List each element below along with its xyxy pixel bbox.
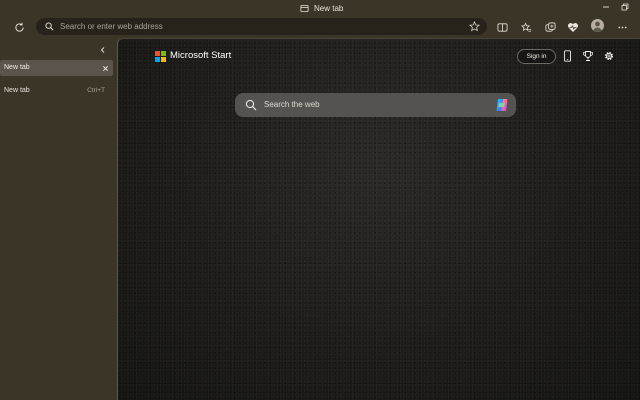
vertical-tabs-pane: New tab New tab Ctrl+T [0,38,117,400]
search-icon [245,99,257,111]
refresh-button[interactable] [12,20,26,34]
address-input[interactable]: Search or enter web address [60,18,163,35]
chevron-left-icon [100,47,105,53]
new-tab-label: New tab [4,87,30,94]
microsoft-logo-icon [155,50,166,62]
sign-in-button[interactable]: Sign in [517,49,556,64]
tab-label: New tab [4,64,30,71]
web-search-input[interactable]: Search the web [264,93,320,117]
profile-avatar[interactable] [591,19,604,32]
minimize-button[interactable] [600,2,612,12]
window-title-text: New tab [314,4,344,13]
microsoft-start-brand[interactable]: Microsoft Start [155,50,231,62]
new-tab-button[interactable]: New tab Ctrl+T [0,83,113,99]
rewards-trophy-icon[interactable] [582,50,594,62]
close-icon [102,65,108,71]
add-favorite-star-icon[interactable] [469,21,480,32]
browser-essentials-heart-icon[interactable] [566,20,580,34]
profile-person-icon [593,21,602,32]
address-bar[interactable]: Search or enter web address [36,18,487,35]
title-bar: New tab [0,0,640,16]
collapse-pane-button[interactable] [97,44,109,56]
split-screen-button[interactable] [495,20,509,34]
copilot-icon[interactable] [494,97,510,113]
tab-new-tab-active[interactable]: New tab [0,60,113,76]
more-options-button[interactable] [615,20,629,34]
new-tab-page-icon [300,4,309,13]
browser-toolbar: Search or enter web address [0,16,640,38]
brand-text: Microsoft Start [170,50,232,61]
window-title: New tab [300,3,343,14]
collections-icon[interactable] [543,20,557,34]
web-search-box[interactable]: Search the web [235,93,516,117]
restore-button[interactable] [619,2,631,12]
close-tab-button[interactable] [100,63,110,73]
browser-window: New tab Search or enter web address New … [0,0,640,400]
page-settings-gear-icon[interactable] [603,50,615,62]
search-icon [45,22,54,31]
new-tab-shortcut: Ctrl+T [87,87,105,94]
new-tab-page: Microsoft Start Sign in Search the web [117,38,640,400]
mobile-app-icon[interactable] [561,50,573,62]
favorites-icon[interactable] [519,20,533,34]
